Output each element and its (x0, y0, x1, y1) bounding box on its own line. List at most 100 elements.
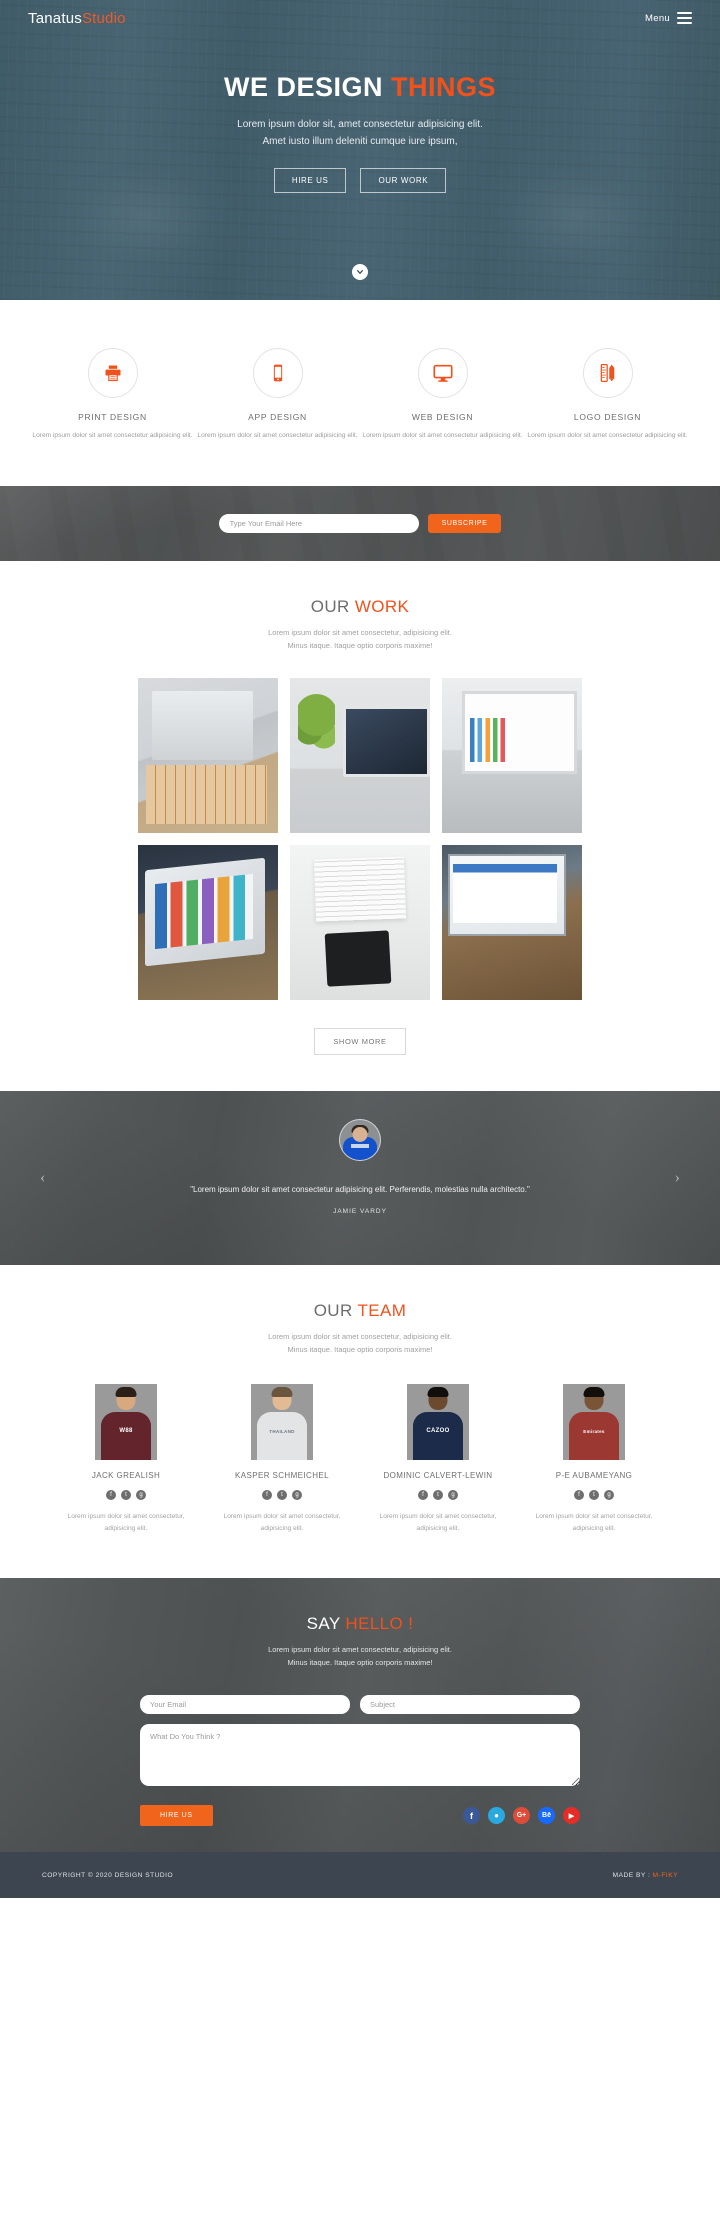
chevron-down-icon[interactable] (352, 264, 368, 280)
subject-field[interactable] (360, 1695, 580, 1715)
service-description: Lorem ipsum dolor sit amet consectetur a… (197, 432, 358, 439)
google-plus-icon[interactable]: G+ (513, 1807, 530, 1825)
hamburger-icon (677, 11, 692, 25)
footer-made-by: MADE BY : M-FIKY (613, 1872, 678, 1879)
youtube-icon[interactable]: ▶ (563, 1807, 580, 1825)
google-plus-icon[interactable]: g (292, 1490, 302, 1501)
team-title-accent: TEAM (357, 1301, 407, 1321)
service-card-app-design[interactable]: APP DESIGN Lorem ipsum dolor sit amet co… (195, 348, 360, 442)
team-member-card[interactable]: CAZOO DOMINIC CALVERT-LEWIN ftg Lorem ip… (372, 1384, 504, 1533)
twitter-icon[interactable]: t (589, 1490, 599, 1501)
team-member-description: Lorem ipsum dolor sit amet consectetur, … (223, 1513, 341, 1532)
google-plus-icon[interactable]: g (136, 1490, 146, 1501)
monitor-icon (417, 348, 468, 398)
team-member-description: Lorem ipsum dolor sit amet consectetur, … (535, 1513, 653, 1532)
service-title: LOGO DESIGN (573, 412, 642, 422)
facebook-icon[interactable]: f (574, 1490, 584, 1501)
testimonial-quote: "Lorem ipsum dolor sit amet consectetur … (190, 1185, 530, 1195)
team-members-grid: W88 JACK GREALISH ftg Lorem ipsum dolor … (60, 1384, 660, 1533)
team-member-social-links: ftg (372, 1490, 504, 1501)
site-logo[interactable]: TanatusStudio (28, 10, 126, 27)
logo-main-text: Tanatus (28, 9, 82, 27)
hero-subtitle: Lorem ipsum dolor sit, amet consectetur … (0, 117, 720, 150)
mobile-phone-icon (252, 348, 303, 398)
team-member-social-links: ftg (528, 1490, 660, 1501)
twitter-icon[interactable]: t (277, 1490, 287, 1501)
site-footer: COPYRIGHT © 2020 DESIGN STUDIO MADE BY :… (0, 1852, 720, 1899)
work-title-main: OUR (310, 596, 355, 616)
twitter-icon[interactable]: ● (488, 1807, 505, 1825)
work-subtitle-line-1: Lorem ipsum dolor sit amet consectetur, … (268, 627, 452, 637)
facebook-icon[interactable]: f (106, 1490, 116, 1501)
team-member-name: DOMINIC CALVERT-LEWIN (383, 1471, 493, 1481)
team-member-name: P-E AUBAMEYANG (555, 1471, 633, 1481)
work-section: OUR WORK Lorem ipsum dolor sit amet cons… (0, 560, 720, 1092)
work-thumbnail[interactable] (290, 845, 430, 1001)
work-thumbnail[interactable] (138, 845, 278, 1001)
team-member-card[interactable]: THAILAND KASPER SCHMEICHEL ftg Lorem ips… (216, 1384, 348, 1533)
team-member-kit-text: THAILAND (269, 1429, 295, 1435)
hero-section: TanatusStudio Menu WE DESIGN THINGS Lore… (0, 0, 720, 300)
service-card-print-design[interactable]: PRINT DESIGN Lorem ipsum dolor sit amet … (30, 348, 195, 442)
menu-label: Menu (645, 12, 670, 24)
contact-subtitle-line-1: Lorem ipsum dolor sit amet consectetur, … (268, 1644, 452, 1654)
contact-title-main: SAY (306, 1613, 346, 1633)
work-subtitle-line-2: Minus itaque. Itaque optio corporis maxi… (287, 641, 433, 650)
subscribe-email-input[interactable] (218, 513, 419, 533)
google-plus-icon[interactable]: g (604, 1490, 614, 1501)
top-navigation-bar: TanatusStudio Menu (0, 0, 720, 36)
hero-title-main: WE DESIGN (223, 72, 391, 102)
work-thumbnail[interactable] (442, 845, 582, 1001)
avatar (339, 1119, 381, 1162)
facebook-icon[interactable]: f (418, 1490, 428, 1501)
google-plus-icon[interactable]: g (448, 1490, 458, 1501)
contact-form: HIRE US f ● G+ Bē ▶ (140, 1695, 580, 1827)
team-title-main: OUR (313, 1301, 358, 1321)
services-section: PRINT DESIGN Lorem ipsum dolor sit amet … (0, 300, 720, 486)
team-member-social-links: ftg (216, 1490, 348, 1501)
team-subtitle-line-2: Minus itaque. Itaque optio corporis maxi… (287, 1345, 433, 1355)
twitter-icon[interactable]: t (121, 1490, 131, 1501)
team-member-card[interactable]: Emirates P-E AUBAMEYANG ftg Lorem ipsum … (528, 1384, 660, 1533)
hero-subtitle-line-1: Lorem ipsum dolor sit, amet consectetur … (237, 119, 483, 130)
footer-made-by-name[interactable]: M-FIKY (653, 1872, 678, 1879)
team-section: OUR TEAM Lorem ipsum dolor sit amet cons… (0, 1265, 720, 1578)
service-description: Lorem ipsum dolor sit amet consectetur a… (362, 432, 523, 439)
contact-title: SAY HELLO ! (0, 1614, 720, 1634)
team-subtitle: Lorem ipsum dolor sit amet consectetur, … (0, 1330, 720, 1356)
work-thumbnail[interactable] (138, 678, 278, 834)
work-title-accent: WORK (354, 596, 410, 616)
service-title: PRINT DESIGN (78, 412, 147, 422)
facebook-icon[interactable]: f (463, 1807, 480, 1825)
facebook-icon[interactable]: f (262, 1490, 272, 1501)
team-member-description: Lorem ipsum dolor sit amet consectetur, … (67, 1513, 185, 1532)
team-member-photo: CAZOO (407, 1384, 469, 1461)
service-description: Lorem ipsum dolor sit amet consectetur a… (527, 432, 688, 439)
social-links: f ● G+ Bē ▶ (463, 1807, 580, 1825)
team-member-name: JACK GREALISH (91, 1471, 161, 1481)
chevron-right-icon[interactable]: › (675, 1169, 680, 1187)
testimonial-author: JAMIE VARDY (333, 1208, 387, 1216)
our-work-hero-button[interactable]: OUR WORK (360, 168, 447, 193)
chevron-left-icon[interactable]: ‹ (40, 1169, 45, 1187)
service-card-logo-design[interactable]: LOGO DESIGN Lorem ipsum dolor sit amet c… (525, 348, 690, 442)
message-textarea[interactable] (140, 1724, 580, 1787)
work-thumbnail[interactable] (290, 678, 430, 834)
show-more-button[interactable]: SHOW MORE (314, 1028, 406, 1056)
email-field[interactable] (140, 1695, 350, 1715)
subscribe-button[interactable]: SUBSCRIPE (427, 513, 502, 533)
team-member-photo: THAILAND (251, 1384, 313, 1461)
printer-icon (87, 348, 138, 398)
team-member-photo: W88 (95, 1384, 157, 1461)
subscribe-section: SUBSCRIPE (0, 485, 720, 561)
hire-us-submit-button[interactable]: HIRE US (140, 1805, 213, 1827)
team-member-card[interactable]: W88 JACK GREALISH ftg Lorem ipsum dolor … (60, 1384, 192, 1533)
twitter-icon[interactable]: t (433, 1490, 443, 1501)
menu-toggle-button[interactable]: Menu (645, 11, 692, 25)
service-card-web-design[interactable]: WEB DESIGN Lorem ipsum dolor sit amet co… (360, 348, 525, 442)
work-thumbnail[interactable] (442, 678, 582, 834)
work-subtitle: Lorem ipsum dolor sit amet consectetur, … (0, 626, 720, 652)
hire-us-hero-button[interactable]: HIRE US (273, 168, 347, 193)
behance-icon[interactable]: Bē (538, 1807, 555, 1825)
hero-title-accent: THINGS (391, 72, 497, 102)
